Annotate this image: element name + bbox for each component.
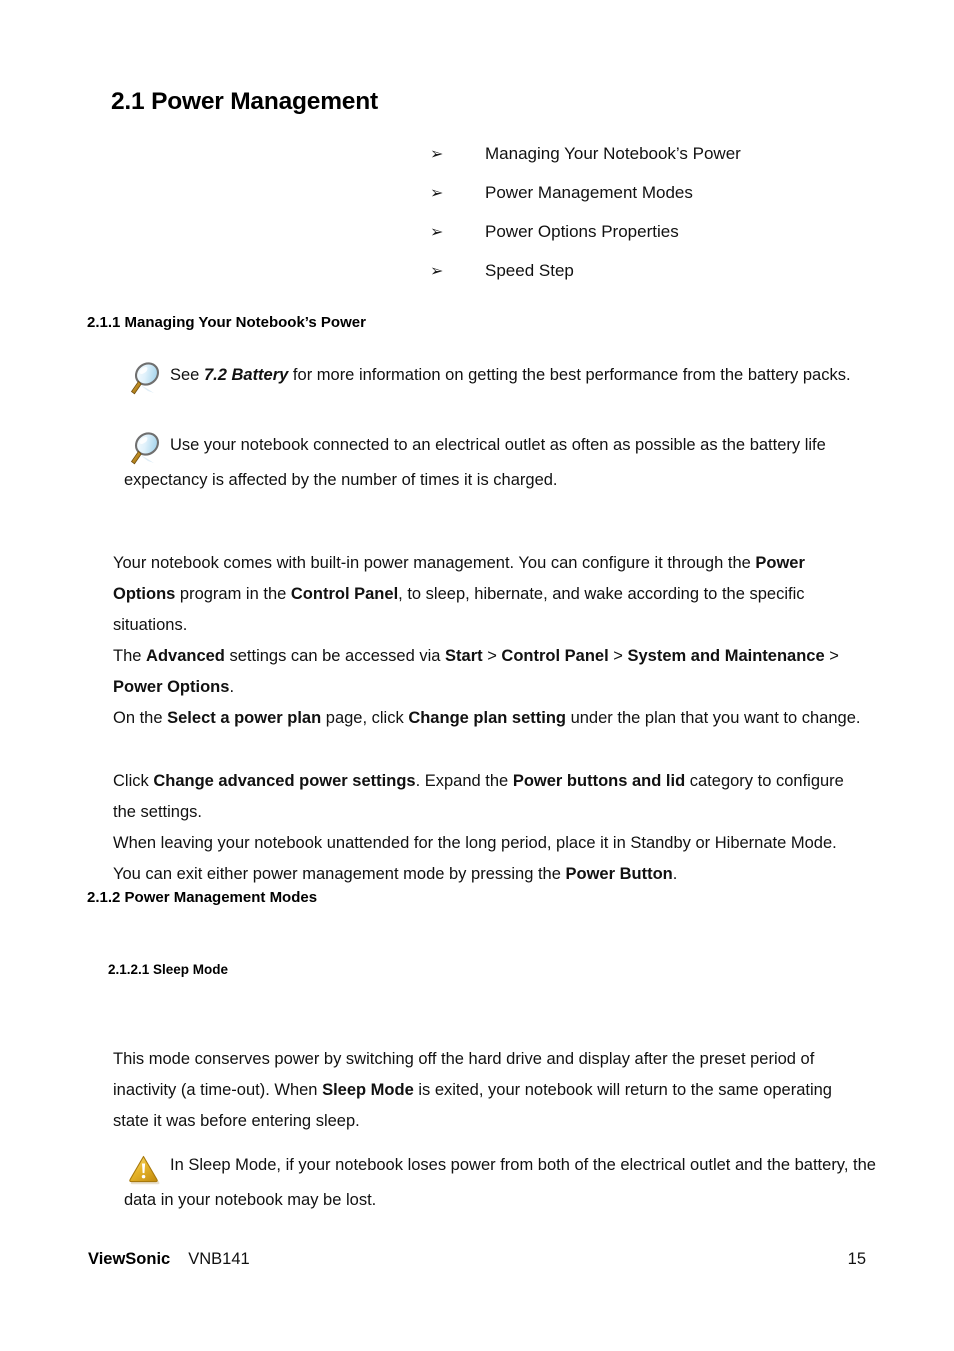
text-run: program in the	[175, 584, 291, 603]
magnifier-icon	[124, 360, 164, 398]
arrow-bullet-icon: ➢	[430, 222, 444, 241]
text-run-bold: Advanced	[146, 646, 225, 665]
list-item-label: Power Options Properties	[485, 222, 679, 241]
paragraph-text: When leaving your notebook unattended fo…	[113, 828, 867, 890]
section-overview-list: ➢ Managing Your Notebook’s Power ➢ Power…	[430, 143, 890, 299]
text-run-bold: Power buttons and lid	[512, 771, 686, 790]
section-heading-2-1-1: 2.1.1 Managing Your Notebook’s Power	[87, 314, 366, 331]
paragraph-sleep-mode-description: This mode conserves power by switching o…	[113, 1027, 867, 1153]
note-text: See 7.2 Battery for more information on …	[170, 366, 851, 384]
text-run-bold: Control Panel	[290, 584, 399, 603]
text-run-bold: Select a power plan	[167, 708, 322, 727]
paragraph-select-power-plan: On the Select a power plan page, click C…	[113, 686, 867, 750]
note-segment: for more information on getting the best…	[288, 366, 851, 384]
note-text: In Sleep Mode, if your notebook loses po…	[124, 1156, 876, 1209]
section-heading-2-1-2-1: 2.1.2.1 Sleep Mode	[108, 962, 229, 977]
text-run: When leaving your notebook unattended fo…	[113, 833, 837, 883]
text-run: Your notebook comes with built-in power …	[113, 553, 756, 572]
arrow-bullet-icon: ➢	[430, 183, 444, 202]
warning-triangle-icon	[124, 1150, 164, 1188]
magnifier-icon	[124, 430, 164, 468]
text-run-bold: Sleep Mode	[322, 1080, 414, 1099]
note-block-outlet-usage: Use your notebook connected to an electr…	[124, 428, 884, 498]
footer-brand: ViewSonic	[88, 1250, 171, 1268]
text-run: >	[608, 646, 628, 665]
text-run-bold: System and Maintenance	[627, 646, 825, 665]
text-run-bold: Control Panel	[501, 646, 609, 665]
note-block-battery-reference: See 7.2 Battery for more information on …	[124, 358, 884, 395]
text-run-bold: Change advanced power settings	[153, 771, 416, 790]
note-block-sleep-mode-warning: In Sleep Mode, if your notebook loses po…	[124, 1148, 884, 1218]
text-run: On the	[113, 708, 168, 727]
list-item-label: Speed Step	[485, 261, 574, 280]
text-run: page, click	[321, 708, 409, 727]
page-number: 15	[847, 1250, 866, 1268]
list-item-label: Managing Your Notebook’s Power	[485, 144, 741, 163]
text-run: . Expand the	[415, 771, 513, 790]
document-page: 2.1 Power Management ➢ Managing Your Not…	[0, 0, 954, 1351]
page-title: 2.1 Power Management	[111, 88, 378, 115]
paragraph-text: On the Select a power plan page, click C…	[113, 703, 867, 734]
list-item: ➢ Managing Your Notebook’s Power	[430, 143, 890, 182]
text-run: Click	[113, 771, 154, 790]
page-footer: ViewSonic VNB141 15	[88, 1250, 866, 1269]
text-run: settings can be accessed via	[224, 646, 446, 665]
paragraph-text: This mode conserves power by switching o…	[113, 1044, 867, 1137]
text-run: under the plan that you want to change.	[566, 708, 861, 727]
text-run-bold: Power Button	[565, 864, 673, 883]
list-item-label: Power Management Modes	[485, 183, 693, 202]
text-run-bold: Change plan setting	[408, 708, 566, 727]
text-run-bold: Start	[445, 646, 483, 665]
text-run: >	[482, 646, 502, 665]
text-run: >	[824, 646, 839, 665]
list-item: ➢ Power Management Modes	[430, 182, 890, 221]
footer-model: VNB141	[188, 1250, 250, 1268]
note-text: Use your notebook connected to an electr…	[124, 436, 826, 489]
list-item: ➢ Power Options Properties	[430, 221, 890, 260]
list-item: ➢ Speed Step	[430, 260, 890, 299]
text-run: The	[113, 646, 147, 665]
section-heading-2-1-2: 2.1.2 Power Management Modes	[87, 889, 318, 906]
note-segment-emphasis: 7.2 Battery	[203, 366, 289, 384]
arrow-bullet-icon: ➢	[430, 261, 444, 280]
text-run: .	[672, 864, 678, 883]
note-segment: See	[170, 366, 204, 384]
arrow-bullet-icon: ➢	[430, 144, 444, 163]
